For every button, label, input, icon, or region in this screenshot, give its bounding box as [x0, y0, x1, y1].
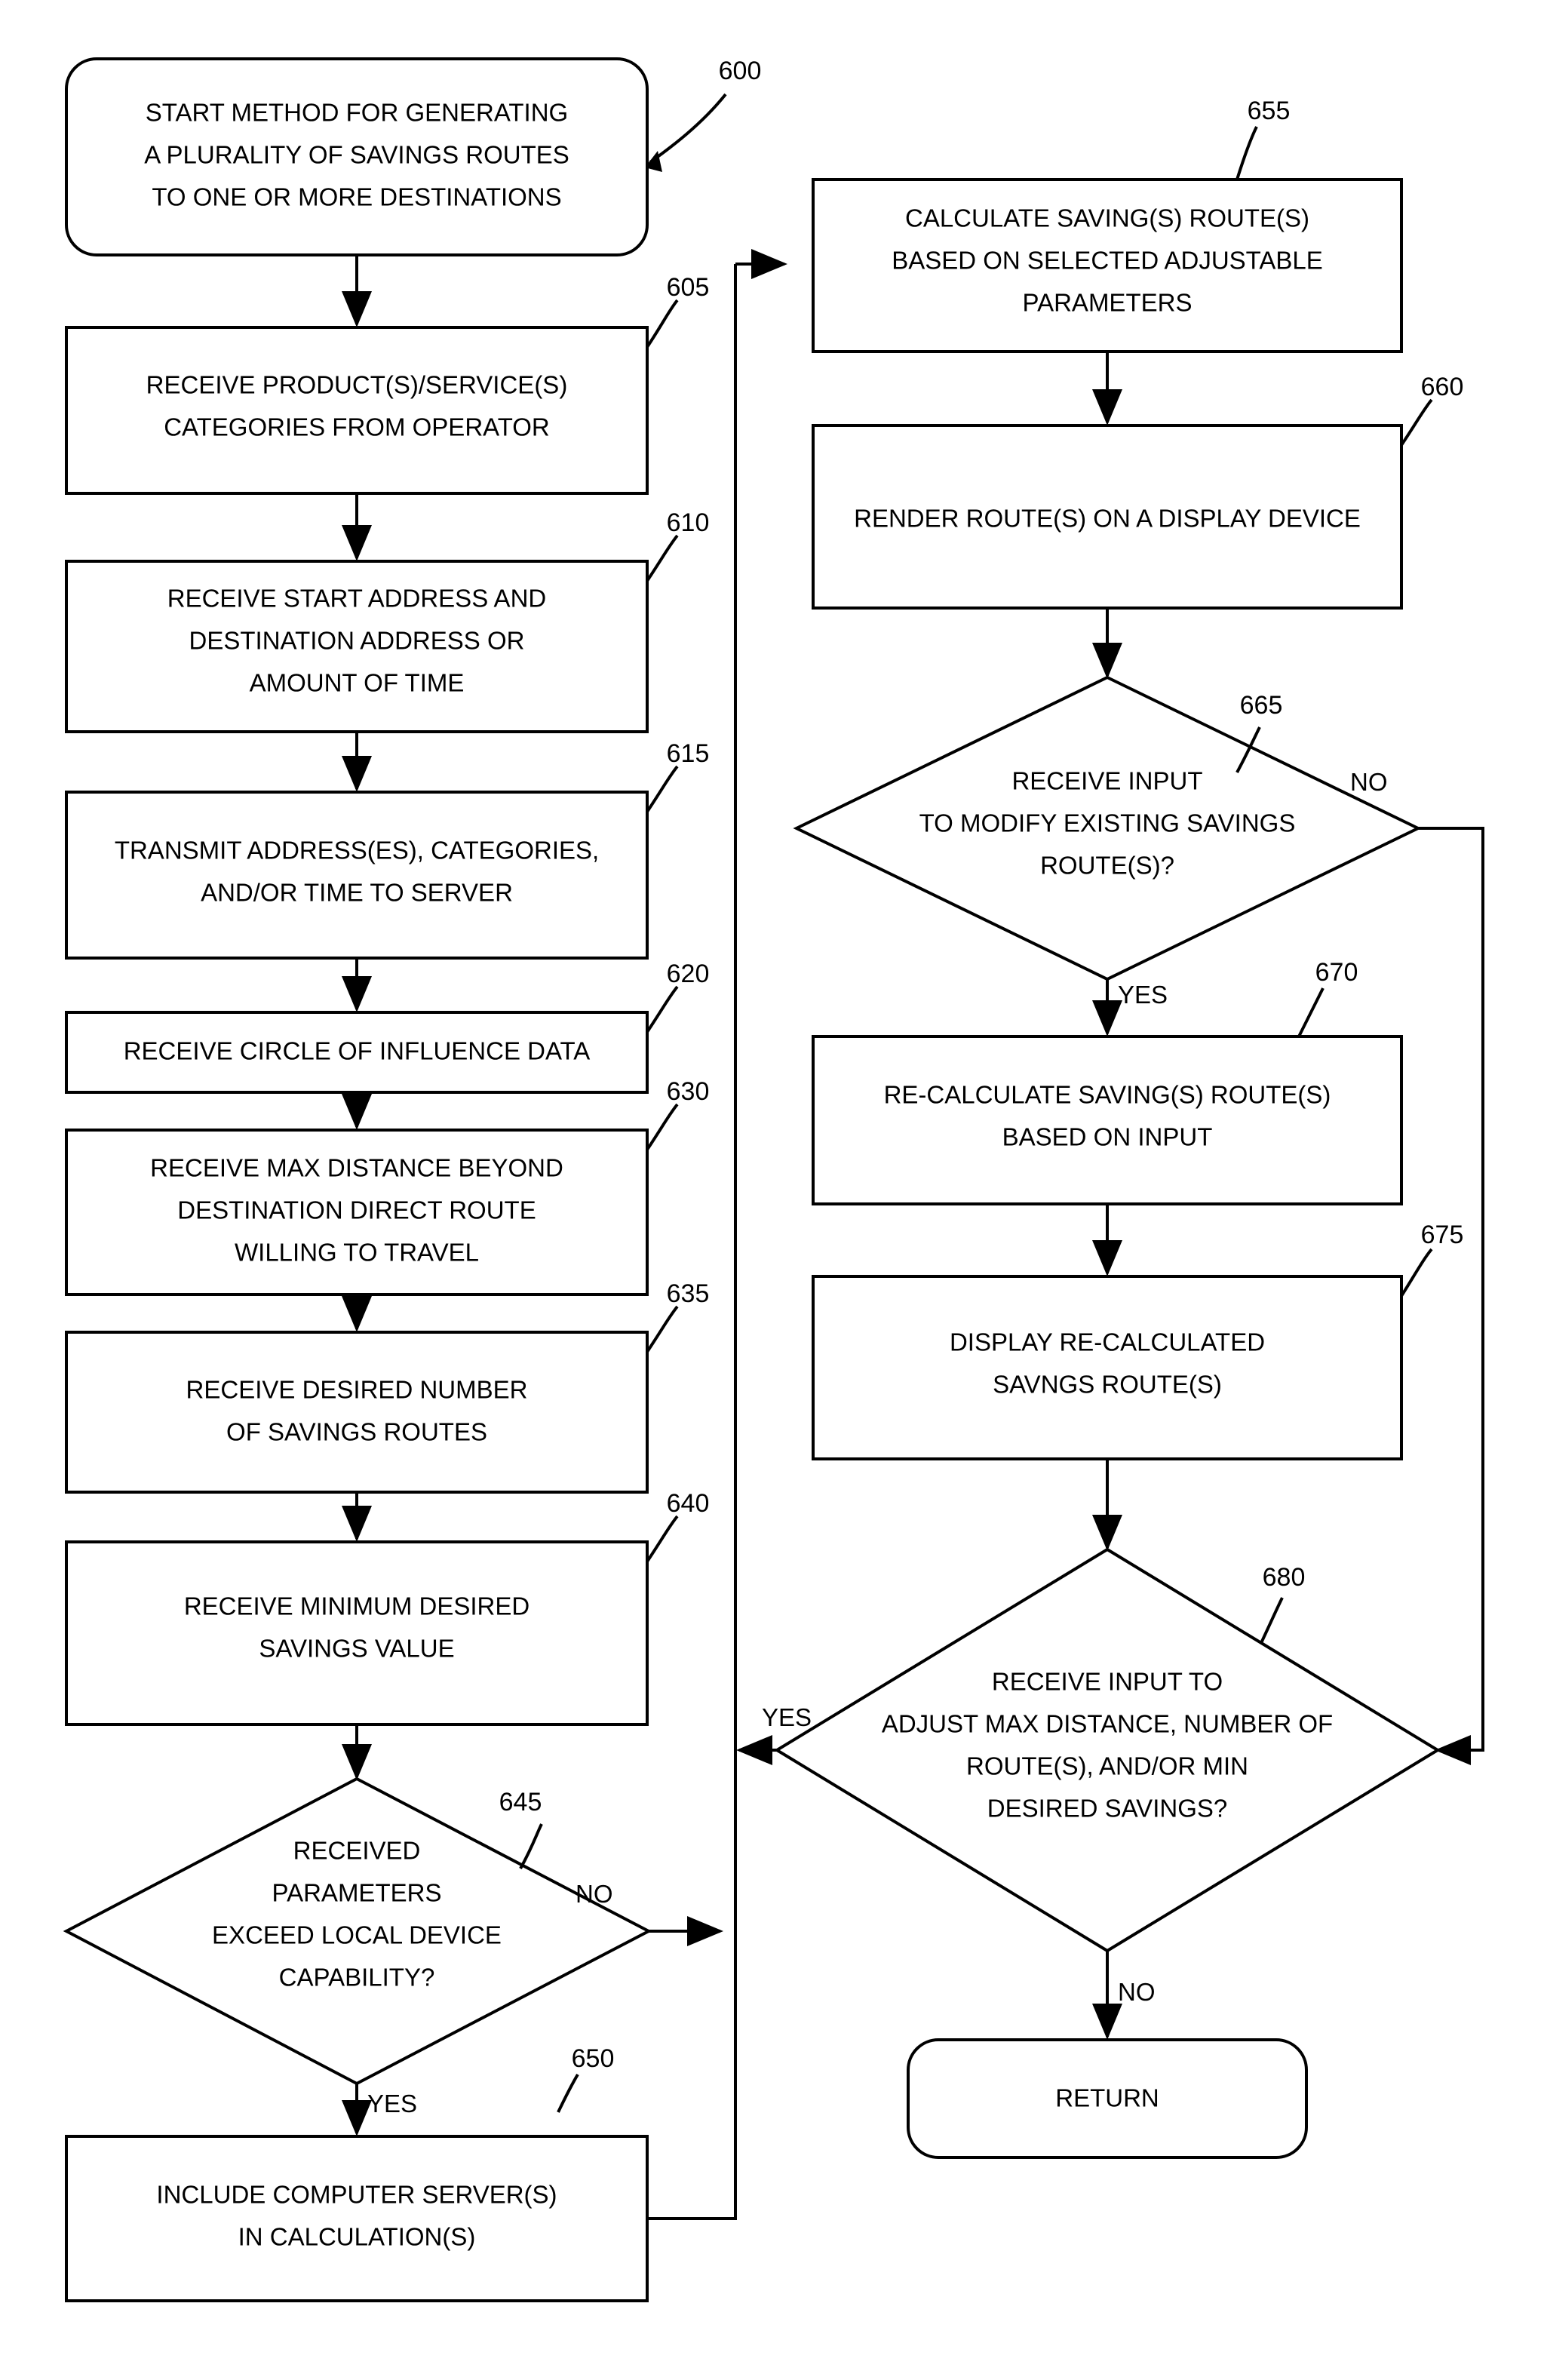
ref-650: 650: [572, 2044, 615, 2073]
node-640-line-1: RECEIVE MINIMUM DESIRED: [184, 1592, 530, 1620]
node-645-line-2: PARAMETERS: [272, 1879, 442, 1907]
node-655-line-3: PARAMETERS: [1023, 289, 1193, 317]
ref-645: 645: [499, 1788, 542, 1816]
node-610-line-2: DESTINATION ADDRESS OR: [189, 627, 525, 655]
leader-620: [646, 985, 679, 1033]
node-605-line-1: RECEIVE PRODUCT(S)/SERVICE(S): [146, 371, 568, 399]
node-660-line-1: RENDER ROUTE(S) ON A DISPLAY DEVICE: [854, 505, 1361, 533]
label-680-yes: YES: [762, 1703, 812, 1731]
ref-675: 675: [1421, 1221, 1464, 1249]
leader-650: [557, 2073, 579, 2113]
ref-665: 665: [1240, 691, 1283, 720]
node-665-line-1: RECEIVE INPUT: [1011, 767, 1202, 795]
node-640-line-2: SAVINGS VALUE: [259, 1635, 454, 1663]
node-615-line-2: AND/OR TIME TO SERVER: [201, 879, 513, 907]
label-665-no: NO: [1350, 768, 1388, 796]
leader-635: [646, 1305, 679, 1353]
node-675-line-1: DISPLAY RE-CALCULATED: [950, 1328, 1265, 1356]
leader-640: [646, 1515, 679, 1563]
ref-640: 640: [667, 1489, 710, 1518]
node-645-line-4: CAPABILITY?: [279, 1964, 435, 1992]
node-start-line-3: TO ONE OR MORE DESTINATIONS: [152, 183, 561, 211]
leader-605: [646, 299, 679, 349]
edge-650-to-bus: [647, 264, 737, 2220]
node-630-line-2: DESTINATION DIRECT ROUTE: [177, 1196, 536, 1224]
leader-645: [519, 1823, 543, 1869]
node-670-line-1: RE-CALCULATE SAVING(S) ROUTE(S): [884, 1081, 1331, 1109]
label-680-no: NO: [1118, 1978, 1156, 2006]
node-670-line-2: BASED ON INPUT: [1002, 1123, 1213, 1151]
ref-610: 610: [667, 508, 710, 537]
leader-670: [1297, 987, 1325, 1037]
node-635-line-2: OF SAVINGS ROUTES: [226, 1418, 487, 1446]
node-605: [65, 326, 649, 495]
node-675-line-2: SAVNGS ROUTE(S): [993, 1371, 1222, 1399]
node-610-line-3: AMOUNT OF TIME: [250, 669, 465, 697]
leader-610: [646, 534, 679, 582]
node-640: [65, 1540, 649, 1726]
node-start-line-2: A PLURALITY OF SAVINGS ROUTES: [144, 141, 569, 169]
leader-680: [1260, 1597, 1284, 1644]
ref-605: 605: [667, 273, 710, 302]
node-630-line-1: RECEIVE MAX DISTANCE BEYOND: [150, 1154, 563, 1182]
node-680-line-1: RECEIVE INPUT TO: [992, 1668, 1223, 1696]
ref-620: 620: [667, 960, 710, 988]
node-650-line-2: IN CALCULATION(S): [238, 2223, 476, 2251]
flowchart-page: 600 START METHOD FOR GENERATING A PLURAL…: [0, 0, 1544, 2380]
node-630-line-3: WILLING TO TRAVEL: [235, 1239, 479, 1267]
leader-660: [1400, 398, 1433, 447]
node-start-line-1: START METHOD FOR GENERATING: [146, 99, 568, 127]
node-680-line-4: DESIRED SAVINGS?: [987, 1795, 1227, 1823]
ref-615: 615: [667, 739, 710, 768]
leader-675: [1400, 1248, 1433, 1297]
node-680-line-3: ROUTE(S), AND/OR MIN: [966, 1752, 1248, 1780]
figure-leader: [649, 93, 727, 164]
node-650-line-1: INCLUDE COMPUTER SERVER(S): [156, 2181, 557, 2209]
node-620-line-1: RECEIVE CIRCLE OF INFLUENCE DATA: [124, 1037, 591, 1065]
ref-680: 680: [1263, 1563, 1306, 1592]
edge-665-no: [1418, 827, 1484, 1765]
node-605-line-2: CATEGORIES FROM OPERATOR: [164, 413, 550, 441]
figure-number: 600: [719, 57, 762, 85]
label-645-no: NO: [576, 1880, 613, 1908]
ref-655: 655: [1248, 97, 1291, 125]
label-665-yes: YES: [1118, 981, 1168, 1009]
node-645-line-3: EXCEED LOCAL DEVICE: [212, 1921, 502, 1949]
node-655-line-1: CALCULATE SAVING(S) ROUTE(S): [905, 204, 1309, 232]
node-return-label: RETURN: [1055, 2084, 1159, 2112]
node-665-line-2: TO MODIFY EXISTING SAVINGS: [919, 809, 1296, 837]
node-610-line-1: RECEIVE START ADDRESS AND: [167, 585, 546, 613]
node-615: [65, 791, 649, 960]
node-680: [774, 1547, 1441, 1953]
ref-630: 630: [667, 1077, 710, 1106]
flowchart-svg: 600 START METHOD FOR GENERATING A PLURAL…: [63, 57, 1484, 2302]
leader-615: [646, 765, 679, 813]
label-645-yes: YES: [367, 2090, 417, 2117]
leader-655: [1236, 126, 1258, 180]
node-645-line-1: RECEIVED: [293, 1837, 421, 1865]
node-665-line-3: ROUTE(S)?: [1040, 852, 1174, 880]
node-670: [812, 1035, 1403, 1205]
leader-630: [646, 1103, 679, 1151]
node-675: [812, 1275, 1403, 1460]
node-655-line-2: BASED ON SELECTED ADJUSTABLE: [892, 247, 1323, 275]
ref-635: 635: [667, 1279, 710, 1308]
node-635: [65, 1331, 649, 1494]
ref-670: 670: [1315, 958, 1358, 987]
node-635-line-1: RECEIVE DESIRED NUMBER: [186, 1376, 528, 1404]
node-650: [65, 2135, 649, 2302]
node-615-line-1: TRANSMIT ADDRESS(ES), CATEGORIES,: [115, 837, 599, 864]
ref-660: 660: [1421, 373, 1464, 401]
node-680-line-2: ADJUST MAX DISTANCE, NUMBER OF: [882, 1710, 1333, 1738]
